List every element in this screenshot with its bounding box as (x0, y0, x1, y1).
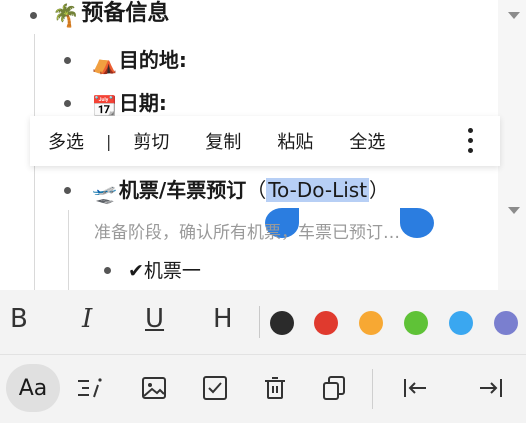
color-red-swatch[interactable] (314, 311, 338, 335)
destination-label: 目的地: (118, 48, 187, 72)
menu-paste[interactable]: 粘贴 (259, 128, 331, 154)
more-options-icon[interactable] (468, 128, 474, 153)
checkbox-insert-icon[interactable] (187, 360, 243, 416)
collapse-arrow-icon[interactable] (508, 12, 520, 19)
heading-button[interactable]: H (213, 304, 233, 334)
bullet (104, 267, 111, 274)
selected-text[interactable]: To-Do-List (266, 178, 370, 202)
format-divider (259, 306, 260, 338)
menu-separator: | (106, 131, 112, 151)
color-black-swatch[interactable] (270, 311, 294, 335)
ticket-line[interactable]: 🛫 机票/车票预订（ To-Do-List） (92, 177, 389, 206)
toolbar-divider (372, 369, 373, 409)
destination-line[interactable]: ⛺ 目的地: (92, 47, 187, 76)
bullet (64, 187, 71, 194)
checkmark-icon: ✔ (128, 260, 144, 282)
outdent-icon[interactable] (388, 360, 444, 416)
format-bar: B I U H (0, 290, 526, 355)
text-style-button[interactable]: Aa (6, 364, 60, 412)
bullet (64, 57, 71, 64)
italic-button[interactable]: I (82, 304, 92, 334)
selection-end-handle[interactable] (400, 208, 434, 238)
palm-tree-icon: 🌴 (52, 4, 80, 29)
context-menu: 多选 | 剪切 复制 粘贴 全选 (30, 116, 500, 166)
ticket-label: 机票/车票预订 (118, 178, 247, 202)
side-strip (498, 0, 526, 290)
date-line[interactable]: 📆 日期: (92, 90, 167, 119)
color-blue-swatch[interactable] (449, 311, 473, 335)
subitem-line[interactable]: ✔机票一 (128, 256, 201, 283)
menu-cut[interactable]: 剪切 (115, 128, 187, 154)
heading-line[interactable]: 🌴预备信息 (52, 1, 169, 30)
text-style-label: Aa (18, 375, 48, 401)
image-insert-icon[interactable] (126, 360, 182, 416)
bold-button[interactable]: B (10, 304, 28, 334)
indent-guide (68, 210, 69, 290)
menu-multi-select[interactable]: 多选 (30, 128, 102, 154)
duplicate-copy-icon[interactable] (306, 360, 362, 416)
bullet (64, 100, 71, 107)
delete-trash-icon[interactable] (247, 360, 303, 416)
collapse-arrow-icon[interactable] (508, 207, 520, 214)
underline-button[interactable]: U (145, 304, 164, 334)
list-format-icon[interactable] (63, 360, 119, 416)
color-purple-swatch[interactable] (494, 311, 518, 335)
color-green-swatch[interactable] (404, 311, 428, 335)
menu-copy[interactable]: 复制 (187, 128, 259, 154)
date-label: 日期: (118, 91, 167, 115)
subitem-text: 机票一 (143, 260, 201, 282)
airplane-icon: 🛫 (92, 181, 117, 205)
editor-toolbar: Aa (0, 355, 526, 423)
menu-select-all[interactable]: 全选 (331, 128, 403, 154)
open-paren: （ (246, 178, 267, 202)
item-note[interactable]: 准备阶段，确认所有机票，车票已预订… (94, 218, 400, 243)
heading-text: 预备信息 (81, 1, 170, 26)
document-editor[interactable]: 🌴预备信息 ⛺ 目的地: 📆 日期: 🛫 机票/车票预订（ To-Do-List） 准备… (0, 0, 526, 290)
color-orange-swatch[interactable] (359, 311, 383, 335)
bullet (30, 12, 37, 19)
indent-icon[interactable] (462, 360, 518, 416)
close-paren: ） (369, 178, 390, 202)
tent-icon: ⛺ (92, 51, 117, 75)
